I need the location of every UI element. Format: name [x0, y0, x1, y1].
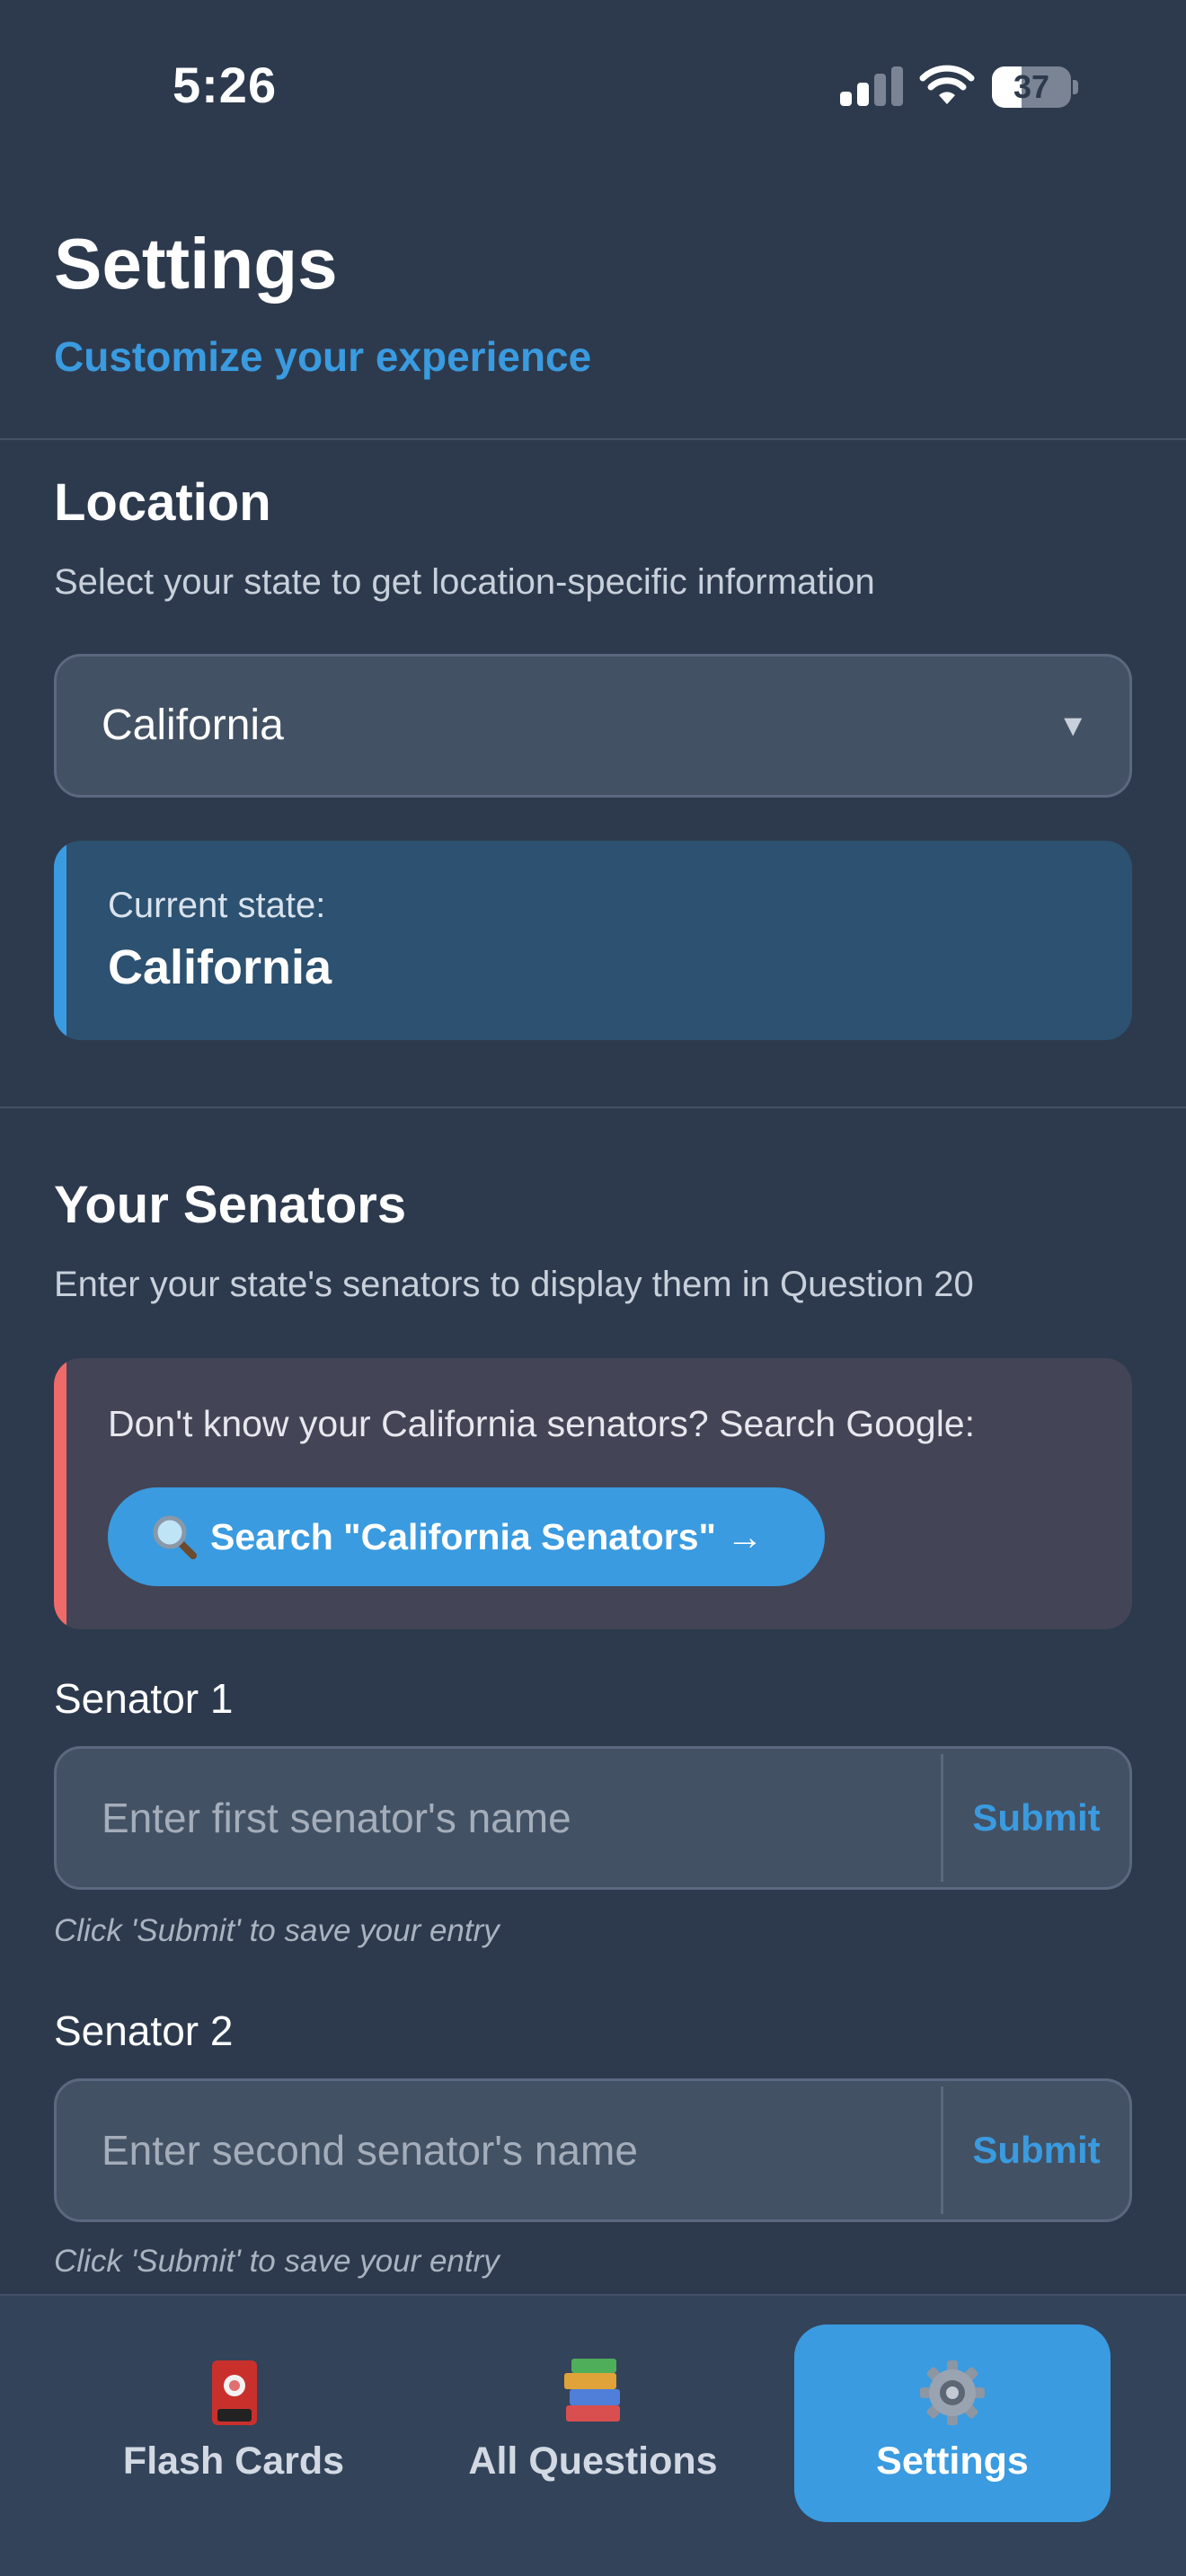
page-subtitle: Customize your experience	[54, 333, 592, 380]
current-state-value: California	[108, 940, 332, 994]
section-divider	[0, 1107, 1186, 1108]
current-state-label: Current state:	[108, 886, 326, 925]
tab-flash-cards[interactable]: Flash Cards	[75, 2325, 392, 2522]
senator1-input[interactable]	[57, 1749, 939, 1887]
tab-settings[interactable]: Settings	[794, 2325, 1111, 2522]
tab-label: All Questions	[468, 2439, 718, 2483]
senator2-hint: Click 'Submit' to save your entry	[54, 2244, 500, 2279]
settings-screen: 5:26 37 Settings Customize your experien…	[0, 0, 1186, 2576]
magnifier-icon	[153, 1515, 197, 1559]
senator2-submit-button[interactable]: Submit	[943, 2081, 1129, 2219]
location-section-title: Location	[54, 473, 271, 532]
senator1-label: Senator 1	[54, 1675, 234, 1722]
status-time: 5:26	[173, 57, 278, 113]
wifi-icon	[919, 65, 975, 104]
chevron-down-icon: ▼	[1058, 709, 1088, 743]
status-bar: 5:26 37	[0, 0, 1186, 171]
bottom-tab-bar: Flash Cards All Questions Settings	[0, 2294, 1186, 2576]
current-state-card: Current state: California	[54, 841, 1132, 1040]
tab-label: Flash Cards	[122, 2439, 345, 2483]
senator2-input[interactable]	[57, 2081, 939, 2219]
header-divider	[0, 438, 1186, 440]
tab-all-questions[interactable]: All Questions	[435, 2325, 751, 2522]
card-accent-bar	[54, 1358, 66, 1629]
state-select-value: California	[102, 701, 284, 749]
flash-card-icon	[212, 2360, 257, 2425]
senator2-input-group: Submit	[54, 2078, 1132, 2222]
battery-icon: 37	[992, 66, 1078, 108]
senator1-input-group: Submit	[54, 1746, 1132, 1890]
senators-description: Enter your state's senators to display t…	[54, 1265, 974, 1304]
state-select[interactable]: California ▼	[54, 654, 1132, 798]
google-search-button-label: Search "California Senators" →	[210, 1516, 764, 1557]
senator1-submit-button[interactable]: Submit	[943, 1749, 1129, 1887]
card-accent-bar	[54, 841, 66, 1040]
tab-label: Settings	[876, 2439, 1029, 2483]
cellular-signal-icon	[840, 66, 903, 106]
books-icon	[564, 2359, 620, 2422]
google-search-button[interactable]: Search "California Senators" →	[108, 1487, 825, 1586]
location-description: Select your state to get location-specif…	[54, 562, 875, 602]
senator2-label: Senator 2	[54, 2007, 234, 2054]
gear-icon	[920, 2360, 985, 2425]
senator-search-help: Don't know your California senators? Sea…	[108, 1403, 976, 1444]
senator1-hint: Click 'Submit' to save your entry	[54, 1913, 500, 1948]
senator-search-card: Don't know your California senators? Sea…	[54, 1358, 1132, 1629]
senators-section-title: Your Senators	[54, 1176, 407, 1234]
page-title: Settings	[54, 224, 338, 304]
battery-percent: 37	[1013, 68, 1050, 105]
